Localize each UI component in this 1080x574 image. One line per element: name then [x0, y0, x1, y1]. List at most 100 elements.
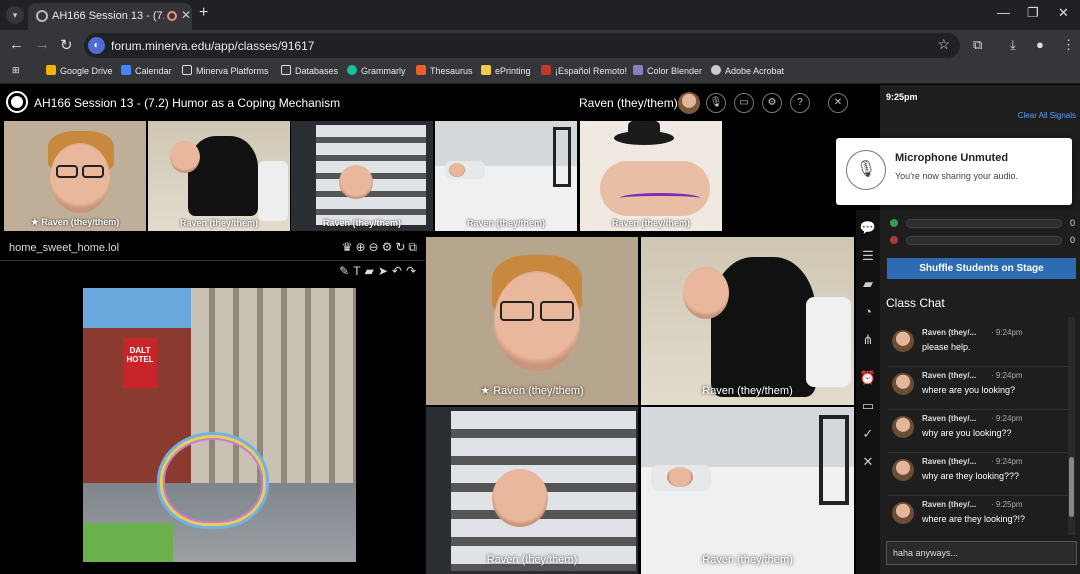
tab-close-icon[interactable]: ✕ — [181, 8, 191, 22]
zoom-in-icon[interactable]: ⊕ — [355, 240, 368, 254]
check-icon[interactable]: ✓ — [859, 426, 877, 442]
open-external-icon[interactable]: ⧉ — [408, 240, 420, 254]
clock: 9:25pm — [886, 92, 918, 102]
toast-text: You're now sharing your audio. — [895, 171, 1018, 181]
bookmark-calendar[interactable]: Calendar — [121, 65, 172, 76]
current-user-name: Raven (they/them) — [579, 96, 678, 110]
undo-icon[interactable]: ↶ — [392, 264, 406, 278]
share-toolbar: ♛⊕⊖⚙↻⧉ — [342, 240, 420, 255]
reload-icon[interactable]: ↻ — [60, 36, 73, 54]
pointer-icon[interactable]: ➤ — [378, 264, 392, 278]
participant-name: Raven (they/them) — [702, 554, 793, 566]
close-icon[interactable]: ✕ — [859, 454, 877, 470]
glasses — [56, 165, 78, 178]
user-avatar[interactable] — [678, 92, 700, 114]
scroll-thumb[interactable] — [1069, 457, 1074, 517]
stage-tile[interactable]: ★ Raven (they/them) — [426, 237, 638, 405]
folder-icon[interactable]: ▰ — [859, 276, 877, 292]
chat-messages: Raven (they/... · 9:24pm please help. Ra… — [880, 317, 1068, 535]
text-tool-icon[interactable]: T — [353, 264, 364, 278]
alarm-icon[interactable]: ⏰ — [859, 370, 877, 386]
profile-icon[interactable]: ● — [1036, 37, 1044, 52]
refresh-icon[interactable]: ↻ — [395, 240, 408, 254]
browser-tabstrip: ▾ AH166 Session 13 - (7.2) H ✕ + — ❐ ✕ — [0, 0, 1080, 30]
highlighter-icon[interactable]: ▰ — [365, 264, 378, 278]
participant-thumbnail[interactable]: Raven (they/them) — [291, 121, 433, 231]
bookmark-color-blender[interactable]: Color Blender — [633, 65, 702, 76]
extensions-icon[interactable]: ⧉ — [973, 37, 982, 53]
bookmark-databases[interactable]: Databases — [281, 65, 338, 76]
microphone-icon[interactable]: 🎙 — [706, 93, 726, 113]
clear-all-signals-link[interactable]: Clear All Signals — [1018, 111, 1076, 120]
glasses — [540, 301, 574, 321]
calendar-icon — [121, 65, 131, 75]
bookmark-espanol-remoto[interactable]: ¡Español Remoto! — [541, 65, 627, 76]
poll-icon[interactable]: ◔ — [859, 304, 877, 319]
shared-file-name: home_sweet_home.lol — [9, 242, 120, 254]
site-info-icon[interactable]: ◐ — [88, 37, 105, 54]
bookmark-grammarly[interactable]: Grammarly — [347, 65, 406, 76]
crown-icon[interactable]: ♛ — [342, 240, 356, 254]
bookmark-thesaurus[interactable]: Thesaurus — [416, 65, 473, 76]
divider — [888, 452, 1068, 453]
chat-message: Raven (they/... · 9:24pm why are they lo… — [888, 454, 1068, 496]
message-text: why are they looking??? — [922, 471, 1020, 481]
bookmark-google-drive[interactable]: Google Drive — [46, 65, 113, 76]
browser-tab[interactable]: AH166 Session 13 - (7.2) H ✕ — [28, 3, 192, 30]
stage-tile[interactable]: Raven (they/them) — [426, 407, 638, 574]
toast-title: Microphone Unmuted — [895, 152, 1009, 164]
avatar — [892, 330, 914, 352]
message-time: · 9:24pm — [991, 371, 1023, 380]
redo-icon[interactable]: ↷ — [406, 264, 420, 278]
tiny-hat — [628, 121, 660, 137]
download-icon[interactable]: ⤓ — [1010, 37, 1016, 53]
chat-message: Raven (they/... · 9:24pm where are you l… — [888, 368, 1068, 410]
chat-icon[interactable]: 💬 — [859, 220, 877, 236]
mic-unmuted-toast: 🎙 Microphone Unmuted You're now sharing … — [836, 138, 1072, 205]
drawing-tools: ✎T▰➤↶↷ — [339, 264, 420, 278]
bookmarks-bar: ⊞ Google Drive Calendar Minerva Platform… — [0, 60, 1080, 84]
back-icon[interactable]: ← — [9, 36, 24, 53]
bookmark-star-icon[interactable]: ☆ — [937, 36, 950, 53]
list-icon[interactable]: ☰ — [859, 248, 877, 264]
participant-thumbnail[interactable]: ★ Raven (they/them) — [4, 121, 146, 231]
participant-thumbnail[interactable]: Raven (they/them) — [580, 121, 722, 231]
glasses — [500, 301, 534, 321]
camera-icon[interactable]: ▭ — [734, 93, 754, 113]
window-close-icon[interactable]: ✕ — [1058, 5, 1069, 21]
address-bar[interactable]: ◐ forum.minerva.edu/app/classes/91617 ☆ — [84, 33, 960, 58]
settings-icon[interactable]: ⚙ — [762, 93, 782, 113]
bookmark-adobe-acrobat[interactable]: Adobe Acrobat — [711, 65, 784, 76]
help-icon[interactable]: ? — [790, 93, 810, 113]
share-icon[interactable]: ⋔ — [859, 332, 877, 348]
microphone-icon: 🎙 — [846, 150, 886, 190]
participant-thumbnail[interactable]: Raven (they/them) — [148, 121, 290, 231]
shuffle-students-button[interactable]: Shuffle Students on Stage — [887, 258, 1076, 279]
message-text: where are they looking?!? — [922, 514, 1026, 524]
chat-input[interactable]: haha anyways... — [886, 541, 1077, 565]
message-time: · 9:24pm — [991, 328, 1023, 337]
stage-tile[interactable]: Raven (they/them) — [641, 407, 854, 574]
bookmark-minerva-platforms[interactable]: Minerva Platforms — [182, 65, 269, 76]
pen-icon[interactable]: ✎ — [339, 264, 353, 278]
screen-icon[interactable]: ▭ — [859, 398, 877, 414]
chat-scrollbar[interactable] — [1068, 317, 1075, 535]
new-tab-icon[interactable]: + — [199, 4, 208, 22]
figure — [188, 136, 258, 216]
minimize-icon[interactable]: — — [997, 5, 1010, 20]
participant-thumbnail[interactable]: Raven (they/them) — [435, 121, 577, 231]
menu-icon[interactable]: ⋮ — [1062, 37, 1075, 53]
bookmark-eprinting[interactable]: ePrinting — [481, 65, 531, 76]
settings-icon[interactable]: ⚙ — [382, 240, 396, 254]
tab-search-icon[interactable]: ▾ — [6, 6, 24, 24]
forward-icon[interactable]: → — [35, 36, 50, 53]
maximize-icon[interactable]: ❐ — [1027, 5, 1039, 21]
leave-class-icon[interactable]: ✕ — [828, 93, 848, 113]
participant-name: ★ Raven (they/them) — [480, 385, 584, 397]
message-author: Raven (they/... — [922, 500, 977, 509]
avatar — [892, 416, 914, 438]
stage-tile[interactable]: Raven (they/them) — [641, 237, 854, 405]
thesaurus-icon — [416, 65, 426, 75]
zoom-out-icon[interactable]: ⊖ — [369, 240, 382, 254]
apps-icon[interactable]: ⊞ — [12, 65, 20, 76]
